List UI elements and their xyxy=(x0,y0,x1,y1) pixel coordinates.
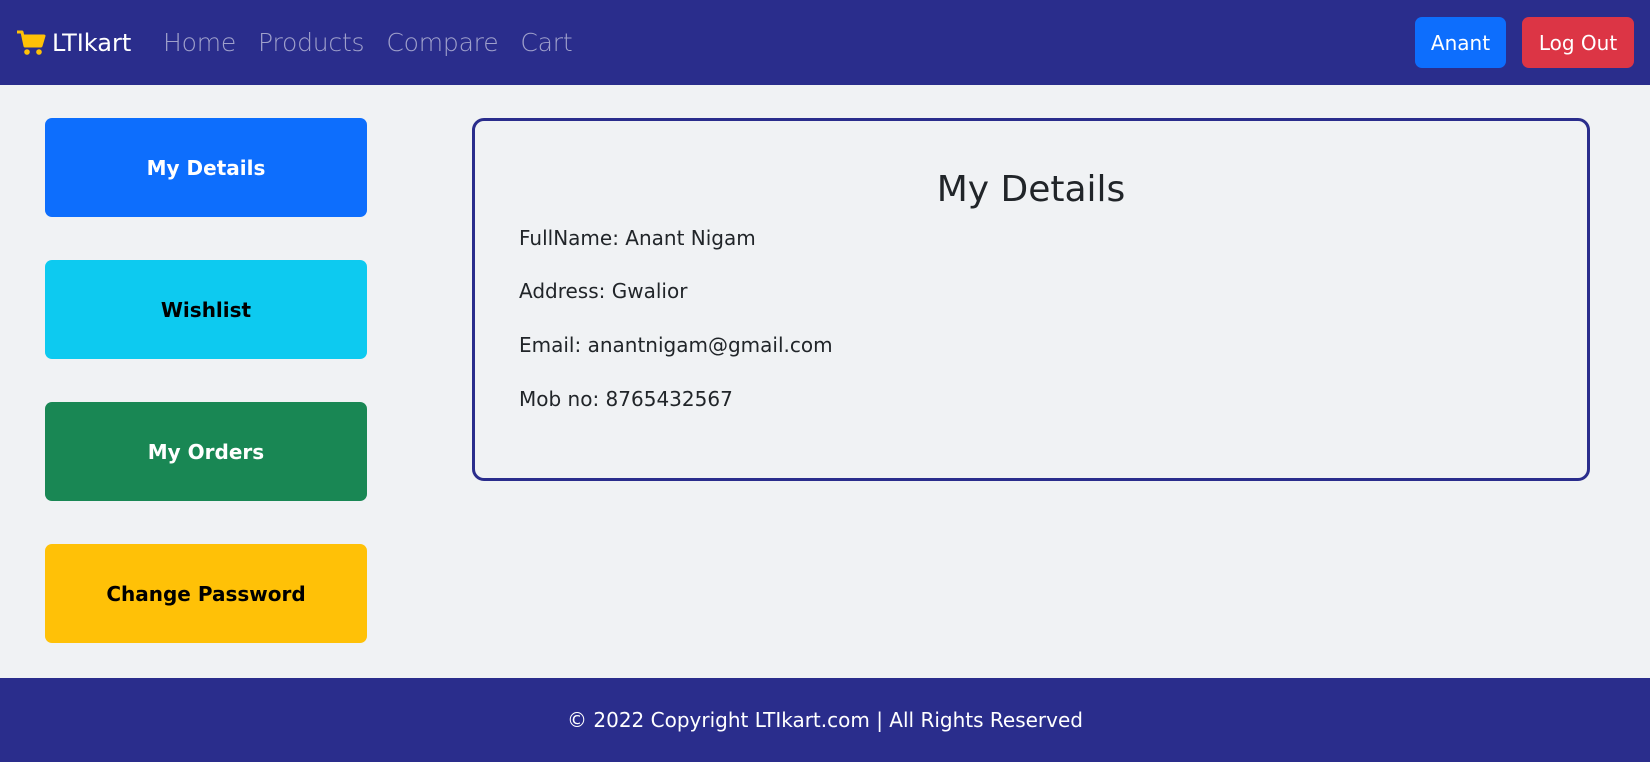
sidebar-item-my-details[interactable]: My Details xyxy=(45,118,367,217)
details-card: My Details FullName: Anant Nigam Address… xyxy=(472,118,1590,481)
footer: © 2022 Copyright LTIkart.com | All Right… xyxy=(0,678,1650,762)
user-button[interactable]: Anant xyxy=(1415,17,1506,68)
top-navbar: LTIkart Home Products Compare Cart Anant… xyxy=(0,0,1650,85)
nav-link-products[interactable]: Products xyxy=(258,28,365,57)
logout-button[interactable]: Log Out xyxy=(1522,17,1634,68)
brand-name: LTIkart xyxy=(52,28,132,57)
sidebar-item-my-orders[interactable]: My Orders xyxy=(45,402,367,501)
nav-link-compare[interactable]: Compare xyxy=(386,28,498,57)
nav-links: Home Products Compare Cart xyxy=(163,0,594,85)
footer-copyright: © 2022 Copyright LTIkart.com | All Right… xyxy=(567,708,1083,732)
details-title: My Details xyxy=(936,169,1126,210)
address-text: Address: Gwalior xyxy=(519,279,688,303)
nav-link-home[interactable]: Home xyxy=(163,28,236,57)
sidebar-item-change-password[interactable]: Change Password xyxy=(45,544,367,643)
cart-icon xyxy=(17,30,46,55)
nav-link-cart[interactable]: Cart xyxy=(520,28,572,57)
email-text: Email: anantnigam@gmail.com xyxy=(519,333,833,357)
brand-link[interactable]: LTIkart xyxy=(16,0,131,85)
sidebar-item-wishlist[interactable]: Wishlist xyxy=(45,260,367,359)
mobile-text: Mob no: 8765432567 xyxy=(519,387,733,411)
fullname-text: FullName: Anant Nigam xyxy=(519,226,756,250)
